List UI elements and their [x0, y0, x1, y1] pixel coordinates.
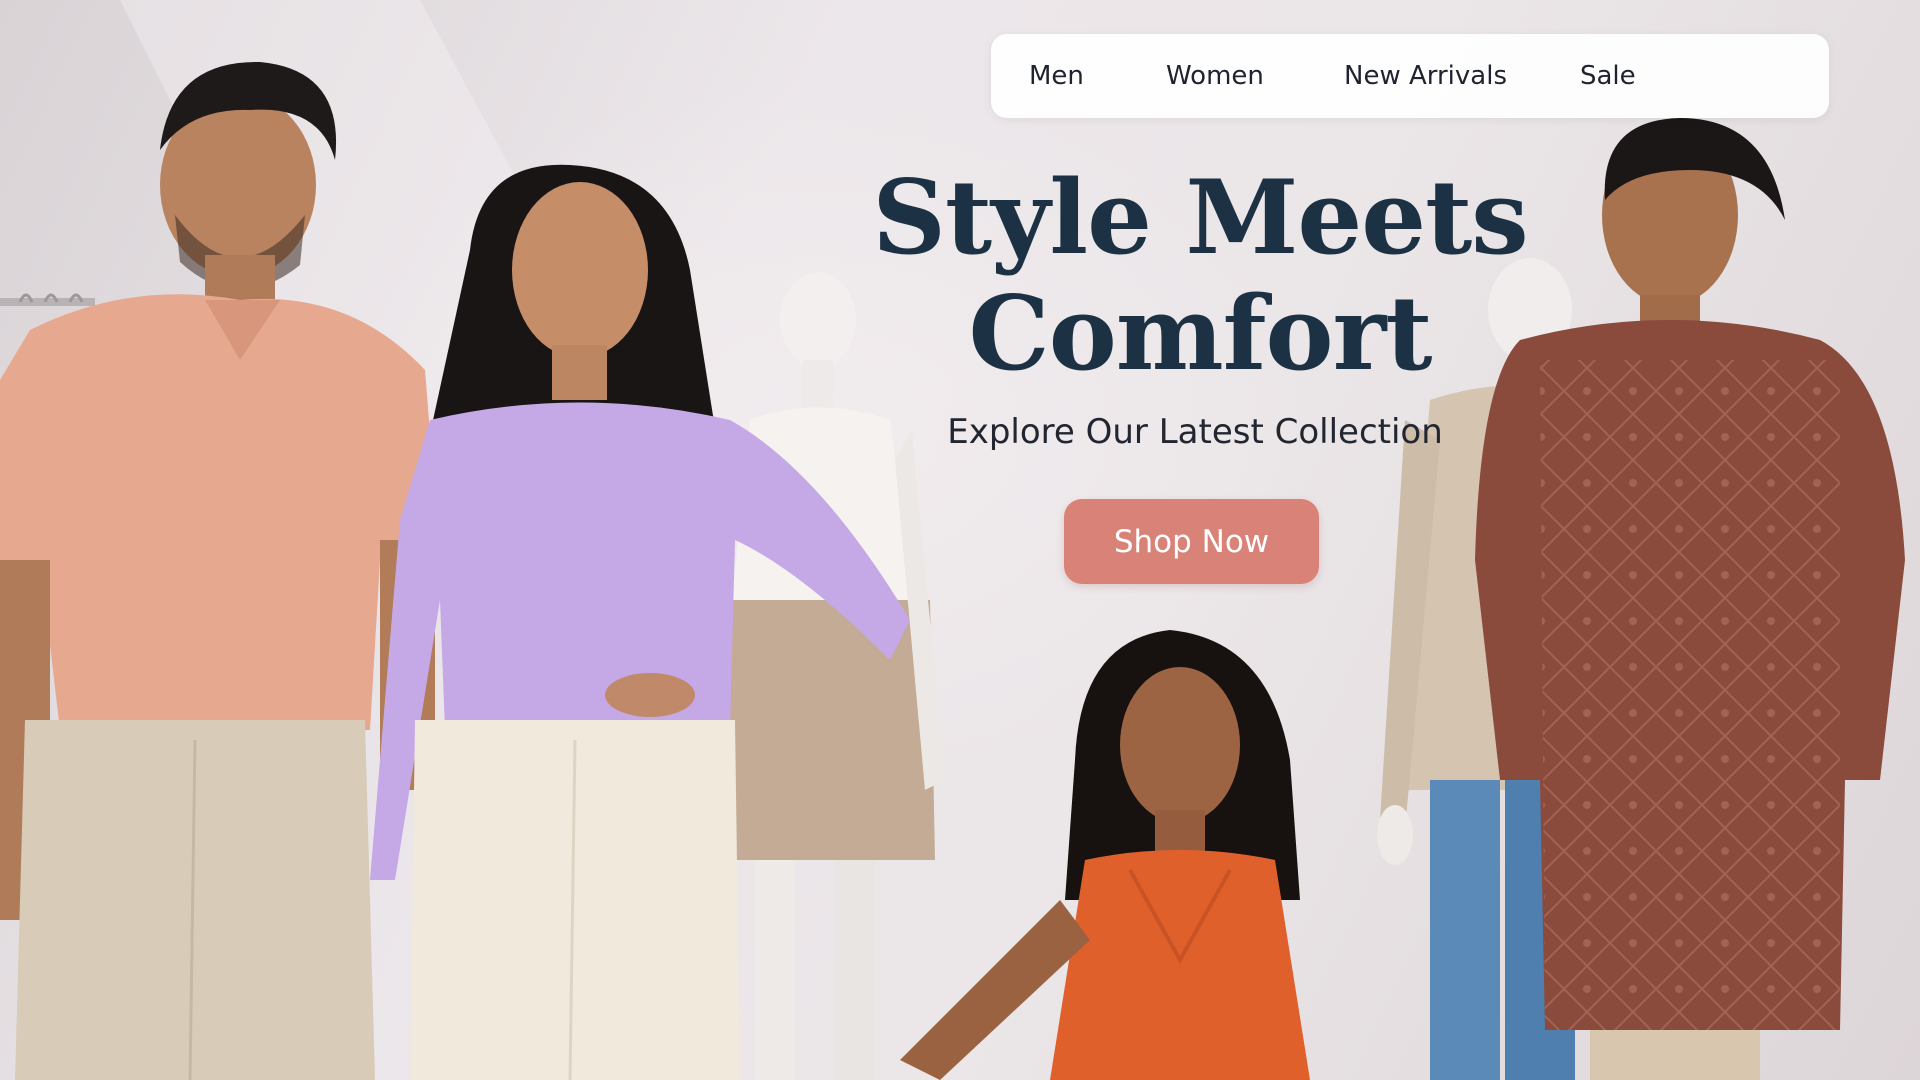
shop-now-button[interactable]: Shop Now: [1064, 499, 1319, 584]
nav-item-sale[interactable]: Sale: [1580, 61, 1636, 91]
hero-subtitle: Explore Our Latest Collection: [947, 412, 1443, 452]
nav-item-men[interactable]: Men: [1029, 61, 1084, 91]
nav-item-new-arrivals[interactable]: New Arrivals: [1344, 61, 1507, 91]
main-navigation: Men Women New Arrivals Sale: [991, 34, 1829, 118]
hero-title-line-2: Comfort: [968, 274, 1433, 394]
hero-title: Style Meets Comfort: [820, 160, 1580, 392]
hero-title-line-1: Style Meets: [872, 158, 1528, 278]
nav-item-women[interactable]: Women: [1166, 61, 1264, 91]
model-woman-dress: [900, 630, 1310, 1080]
